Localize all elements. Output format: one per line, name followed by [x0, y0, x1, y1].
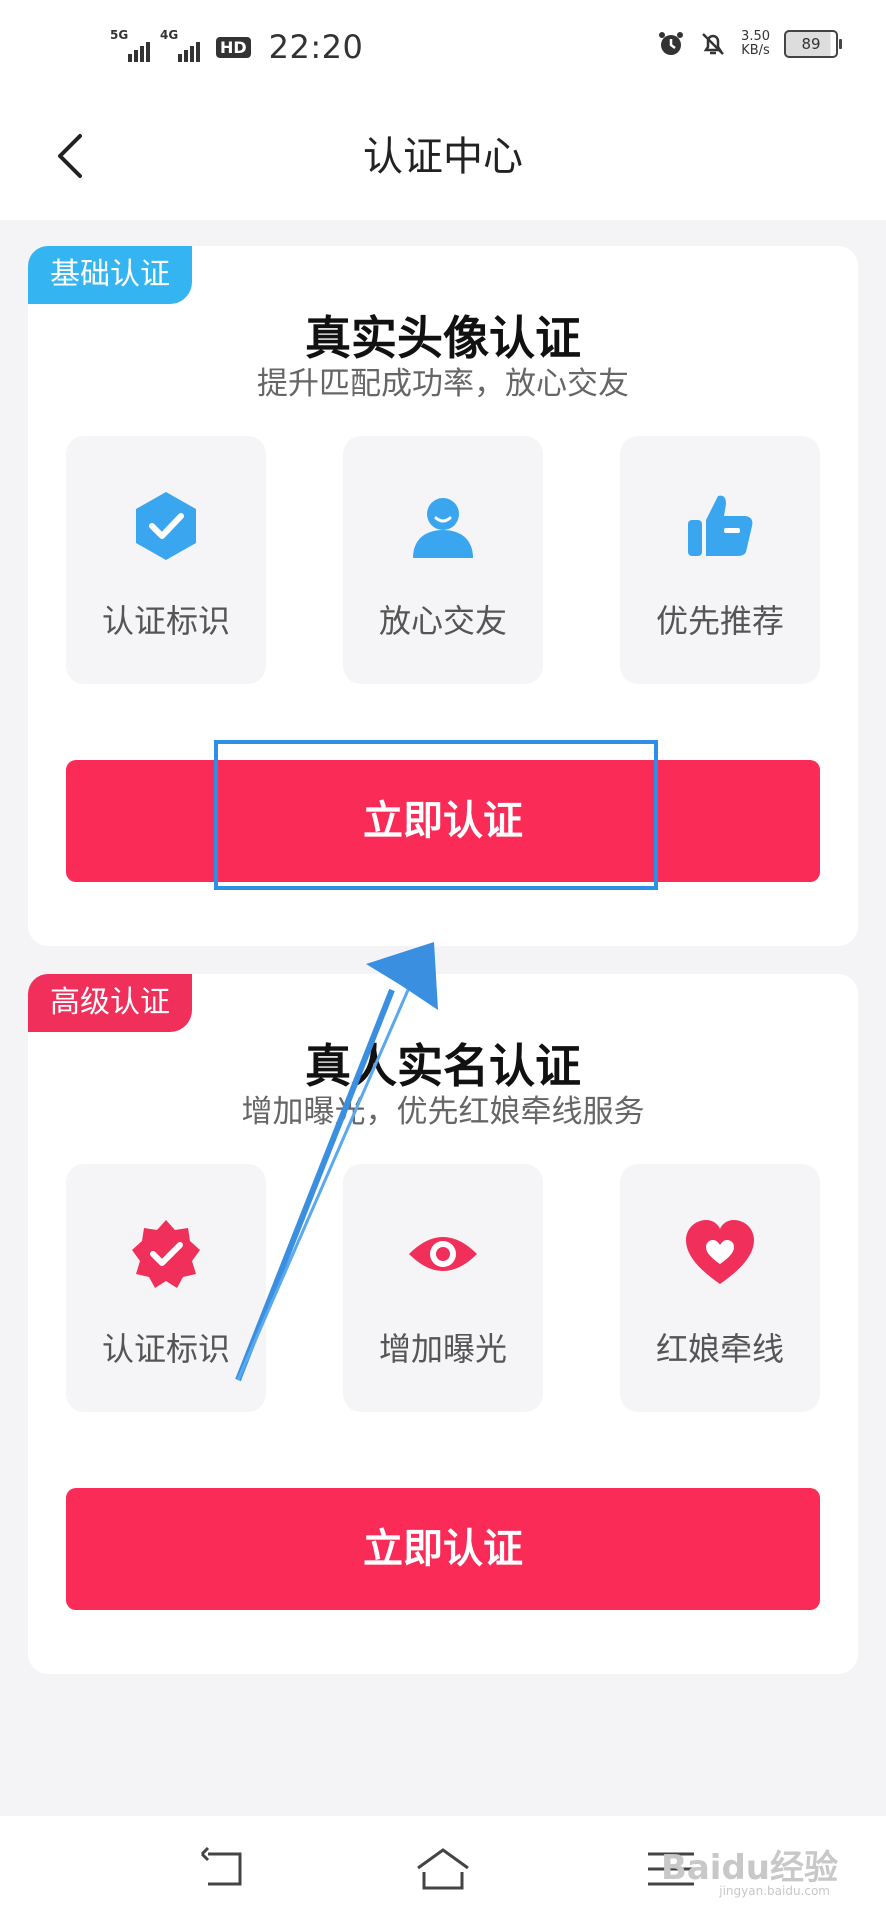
feature-item: 优先推荐	[620, 436, 820, 684]
feature-item: 认证标识	[66, 1164, 266, 1412]
page-title: 认证中心	[363, 134, 523, 180]
alarm-icon	[659, 32, 684, 55]
speed-value: 3.50	[741, 29, 770, 44]
baidu-watermark-url: jingyan.baidu.com	[719, 1884, 830, 1898]
feature-label: 增加曝光	[378, 1330, 507, 1368]
status-right: 3.50 KB/s 89	[657, 30, 842, 58]
basic-subtitle: 提升匹配成功率，放心交友	[257, 366, 629, 402]
basic-verification-card: 基础认证 真实头像认证 提升匹配成功率，放心交友 认证标识 放心交友 优先推荐 …	[28, 246, 858, 946]
status-left: 5G 4G HD 22:20	[110, 28, 363, 66]
thumbs-up-icon	[688, 495, 753, 556]
feature-label: 认证标识	[101, 1330, 230, 1368]
person-icon	[413, 498, 473, 558]
status-bar: 5G 4G HD 22:20 3.50 KB/s 89	[0, 0, 886, 96]
feature-label: 红娘牵线	[655, 1330, 784, 1368]
advanced-badge: 高级认证	[28, 974, 192, 1032]
advanced-verification-card: 高级认证 真人实名认证 增加曝光，优先红娘牵线服务 认证标识 增加曝光 红娘牵线	[28, 974, 858, 1674]
advanced-subtitle: 增加曝光，优先红娘牵线服务	[241, 1094, 645, 1130]
mute-bell-icon	[702, 33, 724, 55]
eye-icon	[409, 1237, 477, 1271]
network-4g-label: 4G	[160, 28, 179, 42]
system-home-button[interactable]	[416, 1846, 470, 1892]
feature-label: 放心交友	[378, 602, 507, 640]
feature-item: 红娘牵线	[620, 1164, 820, 1412]
nav-bar: 认证中心	[0, 96, 886, 220]
return-icon	[200, 1846, 242, 1886]
basic-badge: 基础认证	[28, 246, 192, 304]
verified-shield-icon	[136, 492, 196, 560]
feature-item: 增加曝光	[343, 1164, 543, 1412]
clock-time: 22:20	[268, 28, 364, 66]
feature-label: 认证标识	[101, 602, 230, 640]
feature-item: 放心交友	[343, 436, 543, 684]
network-5g-label: 5G	[110, 28, 129, 42]
hd-icon: HD	[216, 36, 251, 58]
basic-feature-list: 认证标识 放心交友 优先推荐	[66, 436, 820, 684]
battery-level: 89	[801, 35, 821, 53]
network-speed: 3.50 KB/s	[741, 30, 770, 58]
verified-badge-icon	[132, 1220, 200, 1288]
basic-verify-button[interactable]: 立即认证	[66, 760, 820, 882]
signal-5g-icon: 5G	[110, 28, 150, 62]
feature-item: 认证标识	[66, 436, 266, 684]
system-back-button[interactable]	[198, 1846, 252, 1892]
signal-4g-icon: 4G	[160, 28, 200, 62]
advanced-feature-list: 认证标识 增加曝光 红娘牵线	[66, 1164, 820, 1412]
advanced-verify-button[interactable]: 立即认证	[66, 1488, 820, 1610]
battery-icon: 89	[784, 30, 842, 58]
home-icon	[417, 1848, 469, 1890]
feature-label: 优先推荐	[655, 602, 784, 640]
speed-unit: KB/s	[741, 43, 770, 58]
heart-icon	[686, 1220, 754, 1284]
baidu-watermark: Baidu经验	[660, 1848, 838, 1888]
